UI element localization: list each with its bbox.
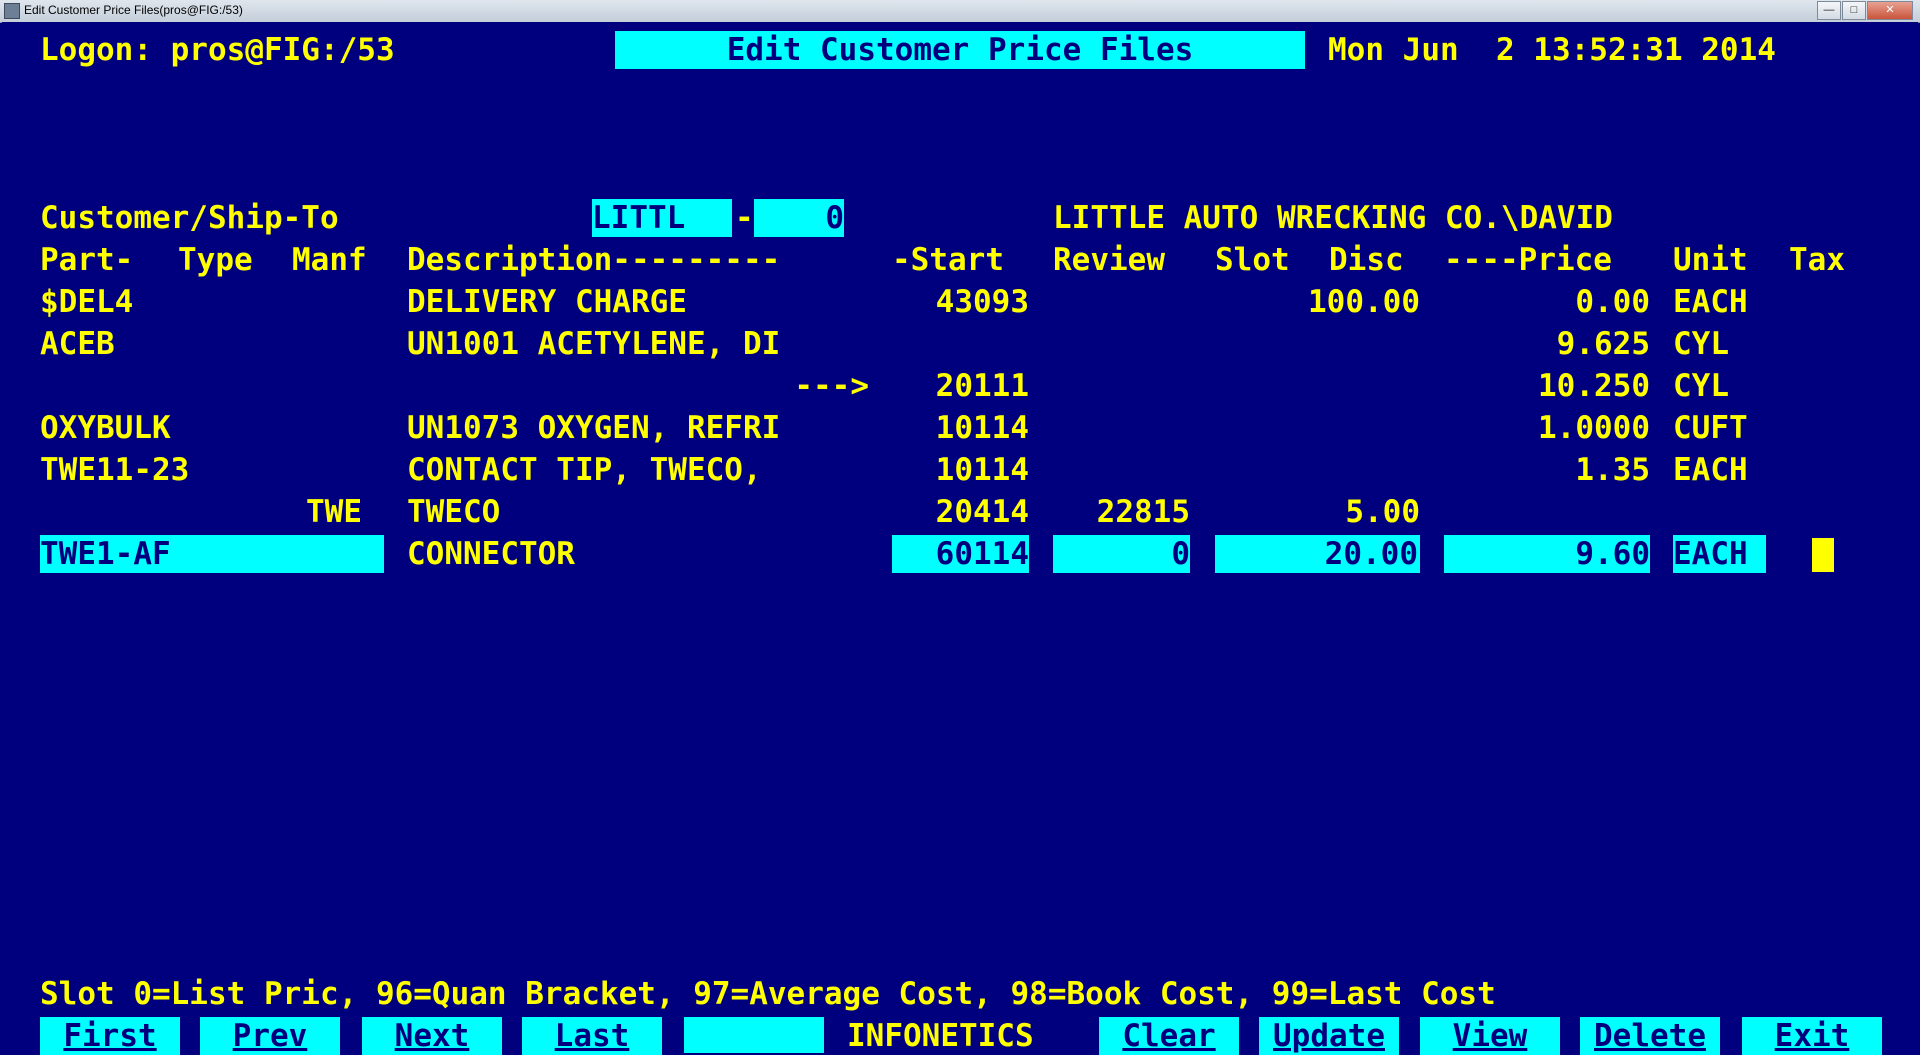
terminal-screen: Logon: pros@FIG:/53 Edit Customer Price …	[2, 22, 1918, 1055]
row4-part: OXYBULK	[40, 410, 171, 446]
edit-description: CONNECTOR	[407, 536, 575, 572]
first-button-label: First	[63, 1018, 157, 1054]
window-title: Edit Customer Price Files(pros@FIG:/53)	[24, 3, 243, 17]
update-button-label: Update	[1273, 1018, 1385, 1054]
row1-start: 43093	[935, 284, 1029, 320]
col-price: ----Price	[1444, 242, 1612, 278]
view-button[interactable]: View	[1420, 1017, 1560, 1055]
edit-start-field[interactable]: 60114	[892, 535, 1029, 573]
row6-description: TWECO	[407, 494, 501, 530]
row2-description: UN1001 ACETYLENE, DI	[407, 326, 781, 362]
row6-manf: TWE	[306, 494, 362, 530]
row1-disc: 100.00	[1308, 284, 1420, 320]
last-button-label: Last	[554, 1018, 630, 1054]
customer-label: Customer/Ship-To	[40, 200, 339, 236]
edit-slot-value[interactable]: 96	[1290, 574, 1327, 610]
next-button-label: Next	[394, 1018, 470, 1054]
row2-unit: CYL	[1673, 326, 1729, 362]
delete-button[interactable]: Delete	[1580, 1017, 1720, 1055]
row3-unit: CYL	[1673, 368, 1729, 404]
infonetics-brand: INFONETICS	[847, 1018, 1034, 1054]
row1-description: DELIVERY CHARGE	[407, 284, 687, 320]
minimize-icon[interactable]: —	[1817, 1, 1841, 20]
customer-code-field[interactable]: LITTL	[592, 199, 732, 237]
row5-part: TWE11-23	[40, 452, 190, 488]
terminal-app-icon	[4, 3, 20, 19]
edit-slot-disc-field[interactable]: 96 20.00	[1215, 535, 1420, 610]
row2-price: 9.625	[1556, 326, 1650, 362]
window-titlebar: Edit Customer Price Files(pros@FIG:/53) …	[0, 0, 1920, 23]
customer-name: LITTLE AUTO WRECKING CO.\DAVID	[1053, 200, 1613, 236]
edit-part-field[interactable]: TWE1-AF	[40, 535, 384, 573]
row5-start: 10114	[935, 452, 1029, 488]
row1-unit: EACH	[1673, 284, 1748, 320]
exit-button-label: Exit	[1774, 1018, 1850, 1054]
slot-hint: Slot 0=List Pric, 96=Quan Bracket, 97=Av…	[40, 976, 1496, 1012]
col-unit: Unit	[1673, 242, 1748, 278]
row3-price: 10.250	[1538, 368, 1650, 404]
logon-info: Logon: pros@FIG:/53	[40, 32, 395, 68]
row5-description: CONTACT TIP, TWECO,	[407, 452, 762, 488]
edit-disc-value[interactable]: 20.00	[1325, 535, 1418, 573]
last-button[interactable]: Last	[522, 1017, 662, 1055]
row6-disc: 5.00	[1345, 494, 1420, 530]
screen-title: Edit Customer Price Files	[615, 31, 1305, 69]
customer-separator: -	[735, 200, 754, 236]
col-tax: Tax	[1789, 242, 1845, 278]
next-button[interactable]: Next	[362, 1017, 502, 1055]
col-slot: Slot	[1215, 242, 1290, 278]
row4-start: 10114	[935, 410, 1029, 446]
row4-price: 1.0000	[1538, 410, 1650, 446]
maximize-icon[interactable]: □	[1842, 1, 1866, 20]
ship-to-field[interactable]: 0	[754, 199, 844, 237]
row6-start: 20414	[935, 494, 1029, 530]
col-type: Type	[178, 242, 253, 278]
first-button[interactable]: First	[40, 1017, 180, 1055]
row2-part: ACEB	[40, 326, 115, 362]
col-description: Description---------	[407, 242, 781, 278]
clear-button[interactable]: Clear	[1099, 1017, 1239, 1055]
datetime: Mon Jun 2 13:52:31 2014	[1328, 32, 1776, 68]
edit-unit-field[interactable]: EACH	[1673, 535, 1766, 573]
blank-function-key[interactable]	[684, 1017, 824, 1055]
prev-button-label: Prev	[232, 1018, 308, 1054]
row3-arrow: --->	[794, 368, 869, 404]
row5-price: 1.35	[1575, 452, 1650, 488]
exit-button[interactable]: Exit	[1742, 1017, 1882, 1055]
text-cursor	[1812, 538, 1834, 572]
col-manf: Manf	[292, 242, 367, 278]
row1-part: $DEL4	[40, 284, 134, 320]
col-disc: Disc	[1329, 242, 1404, 278]
prev-button[interactable]: Prev	[200, 1017, 340, 1055]
row4-description: UN1073 OXYGEN, REFRI	[407, 410, 781, 446]
delete-button-label: Delete	[1594, 1018, 1706, 1054]
row4-unit: CUFT	[1673, 410, 1748, 446]
col-review: Review	[1053, 242, 1165, 278]
close-icon[interactable]: ✕	[1867, 1, 1913, 20]
row3-start: 20111	[935, 368, 1029, 404]
col-start: -Start	[892, 242, 1004, 278]
edit-price-field[interactable]: 9.60	[1444, 535, 1650, 573]
col-part: Part-	[40, 242, 134, 278]
update-button[interactable]: Update	[1259, 1017, 1399, 1055]
clear-button-label: Clear	[1122, 1018, 1216, 1054]
row5-unit: EACH	[1673, 452, 1748, 488]
edit-review-field[interactable]: 0	[1053, 535, 1190, 573]
row6-review: 22815	[1096, 494, 1190, 530]
row1-price: 0.00	[1575, 284, 1650, 320]
view-button-label: View	[1452, 1018, 1528, 1054]
